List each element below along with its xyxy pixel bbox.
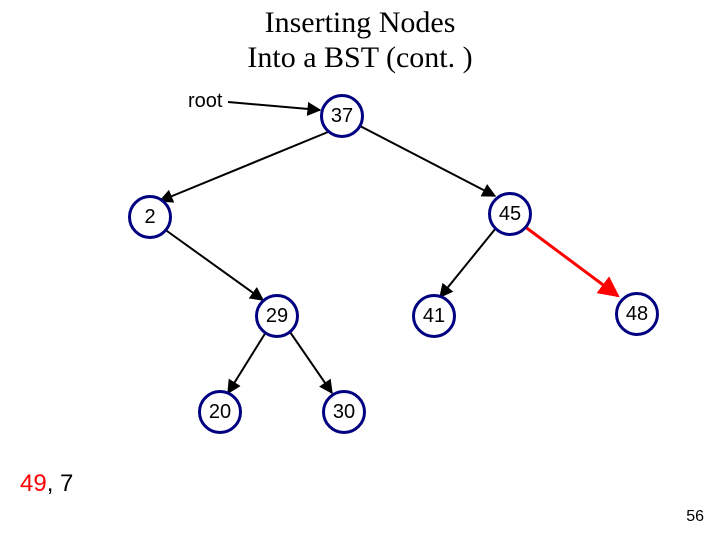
node-2: 2 <box>128 195 172 239</box>
root-label: root <box>188 90 222 113</box>
tree-edges <box>0 0 720 540</box>
edge-37-45 <box>360 126 495 196</box>
node-37: 37 <box>320 94 364 138</box>
slide-title: Inserting Nodes Into a BST (cont. ) <box>0 6 720 75</box>
node-41: 41 <box>412 294 456 338</box>
node-30: 30 <box>322 390 366 434</box>
node-45: 45 <box>488 192 532 236</box>
edge-45-41 <box>440 228 496 297</box>
node-48: 48 <box>615 292 659 336</box>
edge-37-2 <box>160 132 328 201</box>
edge-45-48-highlight <box>524 226 618 296</box>
edge-29-20 <box>228 332 266 393</box>
slide: Inserting Nodes Into a BST (cont. ) root <box>0 0 720 540</box>
insert-queue-rest: , 7 <box>47 470 74 497</box>
node-20: 20 <box>198 390 242 434</box>
edge-2-29 <box>160 226 263 300</box>
node-29: 29 <box>255 294 299 338</box>
insert-queue-current: 49 <box>20 470 47 497</box>
title-line-2: Into a BST (cont. ) <box>247 41 472 74</box>
insert-queue: 49, 7 <box>20 470 73 498</box>
title-line-1: Inserting Nodes <box>265 6 456 39</box>
page-number: 56 <box>686 508 704 526</box>
edge-29-30 <box>290 332 332 393</box>
pointer-root <box>228 102 320 110</box>
